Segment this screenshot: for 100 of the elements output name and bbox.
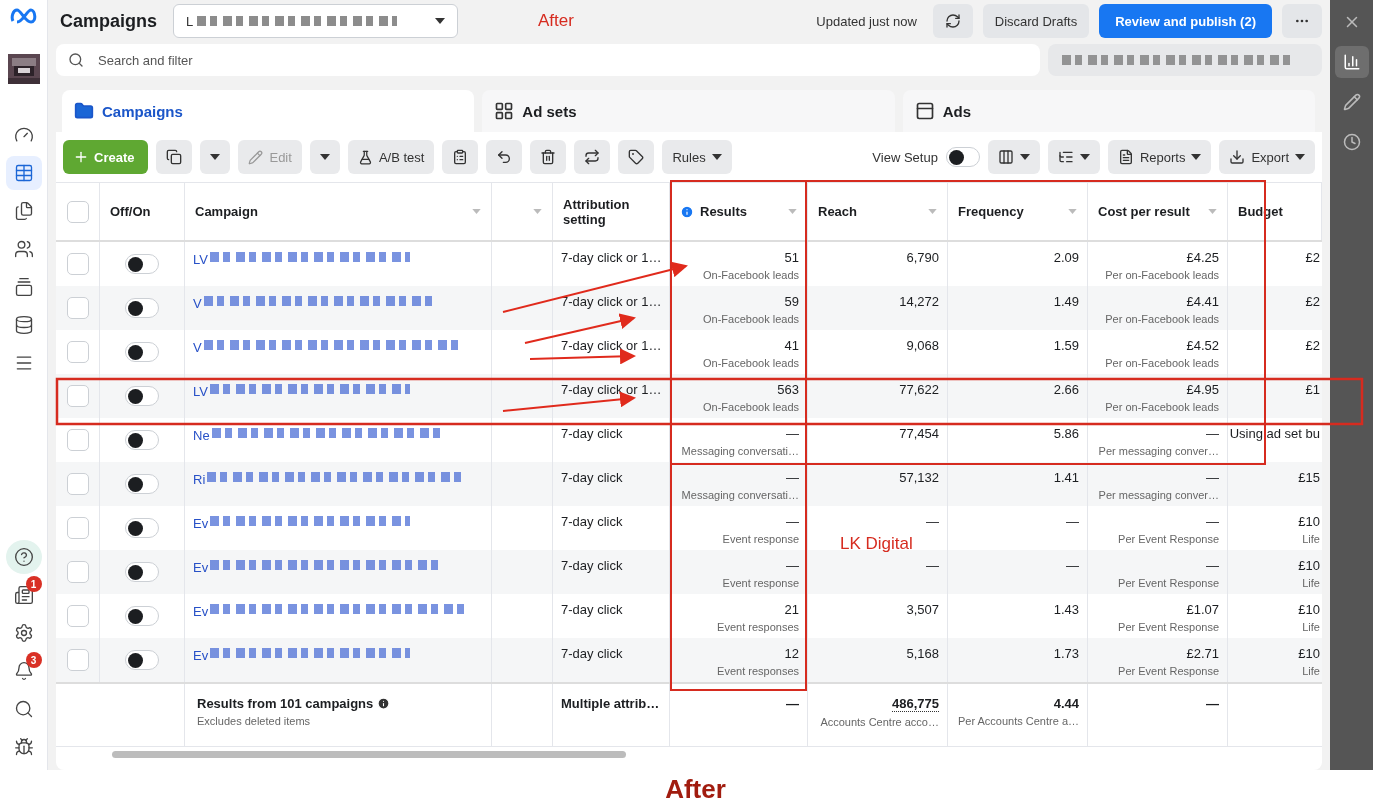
result-type: Event responses (717, 621, 799, 633)
account-selector[interactable]: L (173, 4, 459, 38)
result-type: On-Facebook leads (703, 357, 799, 369)
duplicate-button[interactable] (156, 140, 193, 174)
results-value: — (786, 426, 799, 441)
budget-type: Life (1302, 533, 1320, 545)
result-type: Messaging conversati… (681, 445, 799, 457)
discard-button[interactable]: Discard Drafts (982, 4, 1090, 38)
tab[interactable]: Ads (902, 90, 1315, 132)
swap-button[interactable] (574, 140, 611, 174)
insights-panel-button[interactable] (1334, 46, 1369, 78)
edit-menu-button[interactable] (309, 140, 340, 174)
caret-icon (1295, 154, 1305, 160)
campaign-link[interactable]: LV (193, 252, 208, 267)
scrollbar-thumb[interactable] (112, 751, 626, 758)
delete-button[interactable] (530, 140, 567, 174)
refresh-button[interactable] (932, 4, 973, 38)
campaign-link[interactable]: Ev (193, 560, 209, 575)
select-all-checkbox[interactable] (66, 200, 89, 223)
window-icon (914, 101, 935, 121)
pencil-icon (1342, 93, 1361, 111)
columns-button[interactable] (987, 140, 1040, 174)
column-header[interactable]: Results (670, 183, 808, 240)
help-nav-button[interactable] (5, 540, 42, 574)
campaigns-nav-button[interactable] (5, 156, 42, 190)
campaign-link[interactable]: Ev (193, 604, 209, 619)
campaign-link[interactable]: Ev (193, 516, 209, 531)
reports-button[interactable]: Reports (1107, 140, 1212, 174)
campaign-toggle[interactable] (125, 474, 159, 494)
column-header[interactable]: Campaign (185, 183, 492, 240)
budget-value: £15 (1298, 470, 1320, 485)
people-icon (13, 239, 34, 259)
campaign-link[interactable]: Ne (193, 428, 210, 443)
budget-value: £2 (1305, 338, 1320, 353)
campaign-toggle[interactable] (125, 430, 159, 450)
reach-value: 77,622 (899, 382, 939, 397)
row-checkbox[interactable] (66, 297, 89, 319)
column-header[interactable]: Frequency (948, 183, 1088, 240)
tag-button[interactable] (618, 140, 655, 174)
info-icon (377, 697, 391, 710)
campaign-link[interactable]: V (193, 340, 202, 355)
news-nav-button[interactable]: 1 (5, 578, 42, 612)
search-icon (68, 52, 84, 68)
row-checkbox[interactable] (66, 429, 89, 451)
campaign-toggle[interactable] (125, 298, 159, 318)
column-header[interactable]: Attribution setting (553, 183, 670, 240)
document-icon (1117, 149, 1134, 165)
attribution-text: 7-day click (561, 558, 623, 573)
cost-type: Per messaging conver… (1098, 445, 1219, 457)
clipboard-button[interactable] (442, 140, 479, 174)
campaign-toggle[interactable] (125, 562, 159, 582)
row-checkbox[interactable] (66, 517, 89, 539)
ab-test-button[interactable]: A/B test (347, 140, 435, 174)
campaign-toggle[interactable] (125, 606, 159, 626)
campaign-link[interactable]: LV (193, 384, 208, 399)
frequency-summary-note: Per Accounts Centre a… (957, 715, 1079, 727)
results-value: 51 (784, 250, 799, 265)
columns-icon (997, 149, 1014, 165)
row-checkbox[interactable] (66, 649, 89, 671)
campaign-toggle[interactable] (125, 254, 159, 274)
campaign-link[interactable]: Ri (193, 472, 206, 487)
undo-button[interactable] (486, 140, 523, 174)
campaign-toggle[interactable] (125, 650, 159, 670)
list-tree-icon (1057, 149, 1074, 165)
breakdown-button[interactable] (1047, 140, 1100, 174)
frequency-value: 1.41 (1053, 470, 1079, 485)
view-setup-toggle[interactable] (945, 147, 980, 167)
frequency-value: 5.86 (1053, 426, 1079, 441)
row-checkbox[interactable] (66, 253, 89, 275)
row-checkbox[interactable] (66, 473, 89, 495)
row-checkbox[interactable] (66, 561, 89, 583)
result-type: Messaging conversati… (681, 489, 799, 501)
notifications-nav-button[interactable]: 3 (5, 654, 42, 688)
frequency-value: 2.09 (1053, 250, 1079, 265)
column-header[interactable]: Cost per result (1088, 183, 1228, 240)
campaign-link[interactable]: V (193, 296, 202, 311)
search-field[interactable]: Search and filter (56, 44, 1040, 76)
tab[interactable]: Campaigns (62, 90, 475, 132)
column-header[interactable]: Off/On (100, 183, 185, 240)
campaign-toggle[interactable] (125, 386, 159, 406)
reach-value: 3,507 (906, 602, 939, 617)
row-checkbox[interactable] (66, 341, 89, 363)
tab[interactable]: Ad sets (482, 90, 895, 132)
logo-icon[interactable] (9, 8, 38, 24)
budget-value: Using ad set bu (1229, 426, 1320, 441)
row-checkbox[interactable] (66, 385, 89, 407)
duplicate-menu-button[interactable] (200, 140, 231, 174)
cost-value: £1.07 (1186, 602, 1219, 617)
copy-icon (166, 149, 183, 165)
date-range-field[interactable] (1048, 44, 1322, 76)
bar-chart-icon (1342, 53, 1361, 71)
export-button[interactable]: Export (1219, 140, 1315, 174)
column-header[interactable]: Reach (808, 183, 948, 240)
campaign-link[interactable]: Ev (193, 648, 209, 663)
row-checkbox[interactable] (66, 605, 89, 627)
rules-button[interactable]: Rules (662, 140, 732, 174)
campaign-toggle[interactable] (125, 518, 159, 538)
results-value: 41 (784, 338, 799, 353)
campaign-toggle[interactable] (125, 342, 159, 362)
publish-button[interactable]: Review and publish (2) (1099, 4, 1272, 38)
